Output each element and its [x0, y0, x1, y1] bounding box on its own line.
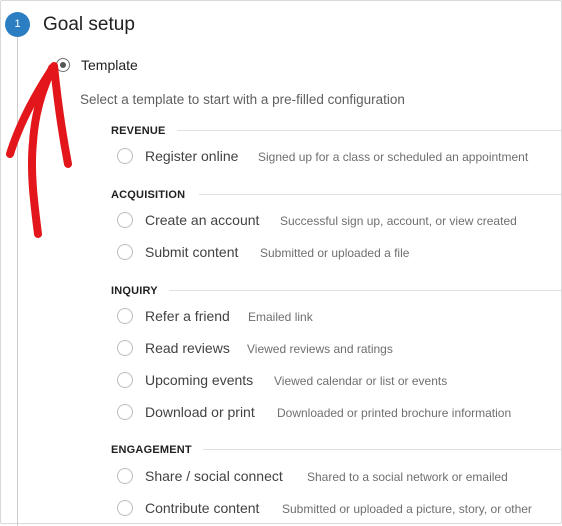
option-description: Signed up for a class or scheduled an ap… [258, 150, 529, 164]
goal-setup-panel [0, 0, 562, 524]
red-arrow-annotation [6, 62, 72, 238]
option-name: Share / social connect [145, 468, 283, 484]
section-header-revenue: REVENUE [111, 125, 166, 137]
option-description: Shared to a social network or emailed [307, 470, 508, 484]
option-description: Emailed link [248, 310, 313, 324]
option-radio[interactable] [117, 404, 133, 420]
step-title: Goal setup [43, 14, 135, 35]
option-radio[interactable] [117, 308, 133, 324]
section-header-inquiry: INQUIRY [111, 285, 158, 297]
option-description: Submitted or uploaded a file [260, 246, 410, 260]
option-radio[interactable] [117, 340, 133, 356]
option-name: Contribute content [145, 500, 260, 516]
option-radio[interactable] [117, 500, 133, 516]
option-description: Viewed reviews and ratings [247, 342, 393, 356]
option-description: Viewed calendar or list or events [274, 374, 448, 388]
option-name: Refer a friend [145, 308, 230, 324]
section-header-engagement: ENGAGEMENT [111, 444, 192, 456]
step-number-badge: 1 [5, 12, 30, 37]
option-description: Downloaded or printed brochure informati… [277, 406, 512, 420]
option-name: Read reviews [145, 340, 230, 356]
option-name: Create an account [145, 212, 260, 228]
section-divider [169, 290, 562, 291]
option-radio[interactable] [117, 468, 133, 484]
template-helper-text: Select a template to start with a pre-fi… [80, 92, 405, 107]
section-header-acquisition: ACQUISITION [111, 189, 186, 201]
option-name: Upcoming events [145, 372, 254, 388]
option-radio[interactable] [117, 244, 133, 260]
option-description: Successful sign up, account, or view cre… [280, 214, 517, 228]
option-radio[interactable] [117, 148, 133, 164]
section-divider [177, 130, 562, 131]
section-divider [203, 449, 562, 450]
option-name: Download or print [145, 404, 255, 420]
option-name: Register online [145, 148, 239, 164]
template-radio-label[interactable]: Template [81, 56, 138, 74]
option-radio[interactable] [117, 372, 133, 388]
section-divider [199, 194, 562, 195]
option-name: Submit content [145, 244, 239, 260]
option-description: Submitted or uploaded a picture, story, … [282, 502, 532, 516]
option-radio[interactable] [117, 212, 133, 228]
